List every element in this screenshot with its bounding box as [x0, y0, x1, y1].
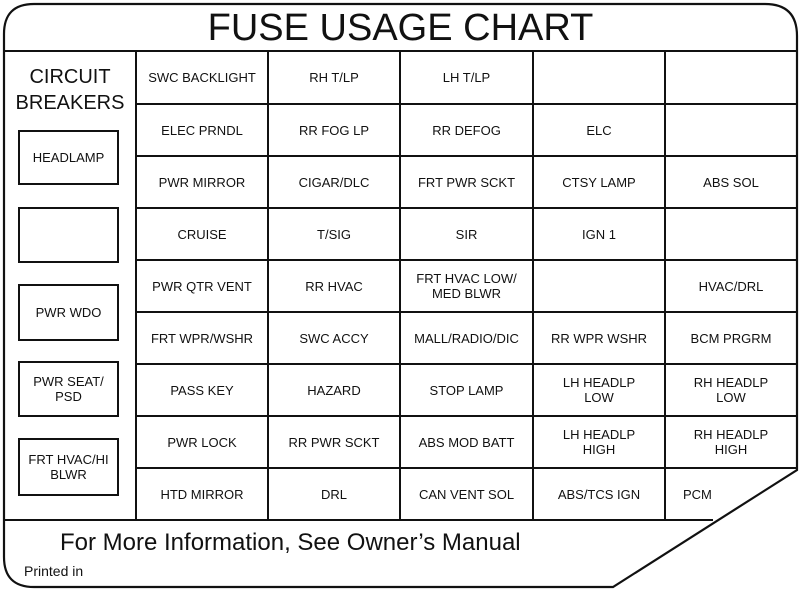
fuse-cell: T/SIG: [317, 226, 351, 242]
circuit-breaker-slot: HEADLAMP: [18, 130, 119, 185]
fuse-cell: RR PWR SCKT: [288, 434, 380, 450]
fuse-cell: LH HEADLP LOW: [562, 375, 636, 405]
owners-manual-note: For More Information, See Owner’s Manual: [60, 529, 521, 556]
fuse-cell: RH HEADLP LOW: [693, 375, 769, 405]
fuse-cell: PASS KEY: [170, 382, 234, 398]
printed-in-note: Printed in: [24, 563, 84, 579]
fuse-cell: RR WPR WSHR: [550, 330, 648, 346]
fuse-cell: FRT WPR/WSHR: [150, 330, 254, 346]
fuse-cell: SWC ACCY: [299, 330, 369, 346]
fuse-cell: MALL/RADIO/DIC: [414, 330, 519, 346]
fuse-cell: SWC BACKLIGHT: [148, 70, 256, 85]
circuit-breaker-slot: PWR SEAT/ PSD: [18, 361, 119, 417]
circuit-breaker-label: HEADLAMP: [32, 150, 105, 165]
fuse-cell: FRT HVAC LOW/ MED BLWR: [416, 271, 517, 301]
fuse-cell: [665, 51, 797, 104]
fuse-cell: PCM: [683, 486, 712, 502]
circuit-breakers-heading-line2: BREAKERS: [15, 92, 125, 114]
circuit-breaker-slot: PWR WDO: [18, 284, 119, 341]
fuse-cell: [665, 208, 797, 260]
fuse-cell: RH T/LP: [309, 70, 359, 85]
fuse-cell: ELC: [586, 122, 612, 138]
fuse-cell: CTSY LAMP: [562, 174, 636, 190]
fuse-cell: RH HEADLP HIGH: [693, 427, 769, 457]
circuit-breaker-slot: [18, 207, 119, 263]
fuse-cell: ABS/TCS IGN: [557, 486, 641, 502]
chart-title: FUSE USAGE CHART: [207, 7, 594, 49]
fuse-cell: CIGAR/DLC: [298, 174, 370, 190]
fuse-cell: [665, 104, 797, 156]
fuse-cell: [533, 51, 665, 104]
fuse-cell: PWR MIRROR: [158, 174, 246, 190]
fuse-cell: IGN 1: [582, 226, 616, 242]
fuse-cell: DRL: [320, 486, 347, 502]
fuse-cell: FRT PWR SCKT: [417, 174, 516, 190]
fuse-cell: STOP LAMP: [429, 382, 504, 398]
fuse-cell: HTD MIRROR: [160, 486, 244, 502]
fuse-cell: SIR: [455, 226, 478, 242]
fuse-cell: RR HVAC: [305, 278, 363, 294]
fuse-cell: ABS SOL: [703, 174, 759, 190]
circuit-breakers-heading: CIRCUIT BREAKERS: [6, 64, 134, 116]
fuse-cell: BCM PRGRM: [690, 330, 772, 346]
circuit-breaker-slot: FRT HVAC/HI BLWR: [18, 438, 119, 496]
fuse-cell: PWR QTR VENT: [152, 278, 252, 294]
fuse-cell: HVAC/DRL: [698, 278, 764, 294]
fuse-cell: CRUISE: [177, 226, 227, 242]
circuit-breaker-label: FRT HVAC/HI BLWR: [28, 452, 109, 482]
fuse-cell: RR DEFOG: [432, 122, 501, 138]
circuit-breaker-label: PWR WDO: [35, 305, 102, 320]
fuse-cell: HAZARD: [307, 382, 361, 398]
fuse-cell: RR FOG LP: [298, 122, 370, 138]
fuse-cell: ABS MOD BATT: [418, 434, 515, 450]
fuse-cell: ELEC PRNDL: [161, 122, 243, 138]
fuse-cell: [533, 260, 665, 312]
circuit-breakers-heading-line1: CIRCUIT: [29, 66, 111, 88]
fuse-cell: LH T/LP: [442, 70, 491, 85]
fuse-cell: PWR LOCK: [167, 434, 237, 450]
fuse-cell: LH HEADLP HIGH: [562, 427, 636, 457]
circuit-breaker-label: PWR SEAT/ PSD: [33, 374, 104, 404]
fuse-cell: CAN VENT SOL: [418, 486, 515, 502]
